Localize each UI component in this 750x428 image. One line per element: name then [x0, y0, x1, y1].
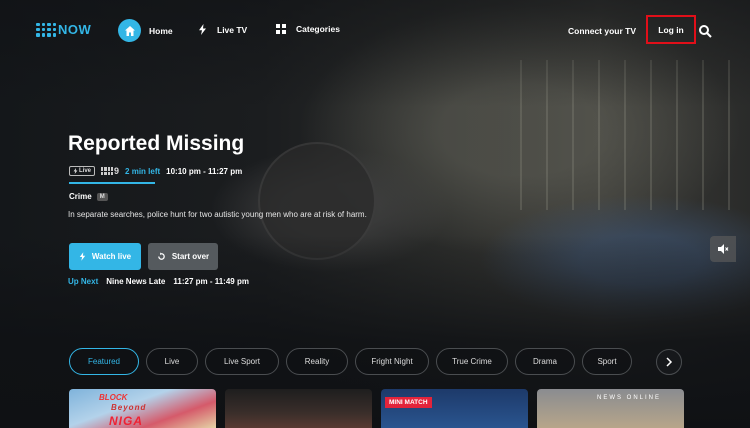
content-card[interactable] [225, 389, 372, 428]
login-label: Log in [658, 24, 684, 35]
show-title: Reported Missing [68, 132, 245, 155]
channel-logo: 9 [101, 166, 119, 176]
time-range: 10:10 pm - 11:27 pm [166, 166, 243, 176]
card-text: BLOCK [99, 393, 128, 402]
category-chips: Featured Live Live Sport Reality Fright … [69, 348, 632, 375]
channel-dots-icon [101, 167, 114, 175]
chip-sport[interactable]: Sport [582, 348, 632, 375]
live-badge: Live [69, 166, 96, 176]
bolt-icon [73, 168, 78, 174]
show-description: In separate searches, police hunt for tw… [68, 210, 367, 219]
search-icon[interactable] [698, 24, 712, 38]
nav-home[interactable]: Home [118, 19, 173, 42]
chip-featured[interactable]: Featured [69, 348, 139, 375]
top-nav: NOW Home Live TV Categories Connect your… [0, 0, 750, 62]
grid-icon [276, 24, 286, 34]
up-next-time: 11:27 pm - 11:49 pm [173, 277, 249, 286]
logo[interactable]: NOW [36, 22, 91, 37]
card-text: NIGA [109, 414, 143, 428]
login-button[interactable]: Log in [646, 15, 696, 44]
watch-live-label: Watch live [91, 252, 132, 261]
volume-icon [718, 244, 729, 254]
nav-categories[interactable]: Categories [276, 24, 340, 34]
chip-reality[interactable]: Reality [286, 348, 348, 375]
progress-bar [69, 182, 155, 184]
genre-row: Crime M [69, 192, 108, 201]
channel-number: 9 [114, 166, 120, 176]
content-card[interactable]: BLOCK Beyond NIGA [69, 389, 216, 428]
content-card[interactable]: NEWS ONLINE [537, 389, 684, 428]
logo-text: NOW [58, 22, 92, 37]
chip-true-crime[interactable]: True Crime [436, 348, 508, 375]
up-next-title: Nine News Late [106, 277, 166, 286]
nav-home-label: Home [149, 25, 173, 36]
bolt-icon [199, 24, 206, 35]
chevron-right-icon [666, 357, 673, 367]
up-next: Up Next Nine News Late 11:27 pm - 11:49 … [68, 277, 249, 286]
card-tag: MINI MATCH [385, 397, 432, 408]
genre-label: Crime [69, 192, 92, 201]
card-text: Beyond [111, 403, 147, 412]
logo-dots-icon [36, 22, 56, 37]
chip-live-sport[interactable]: Live Sport [205, 348, 279, 375]
chip-live[interactable]: Live [146, 348, 198, 375]
up-next-label: Up Next [68, 277, 99, 286]
connect-tv-link[interactable]: Connect your TV [568, 26, 636, 36]
chip-fright-night[interactable]: Fright Night [355, 348, 429, 375]
chip-drama[interactable]: Drama [515, 348, 575, 375]
bolt-icon [79, 252, 86, 261]
start-over-button[interactable]: Start over [148, 243, 218, 270]
chips-next-button[interactable] [656, 349, 682, 375]
nav-live-tv-label: Live TV [217, 24, 248, 35]
volume-button[interactable] [710, 236, 736, 262]
home-icon [118, 19, 141, 42]
card-text: NEWS ONLINE [597, 395, 662, 401]
time-left: 2 min left [125, 166, 161, 176]
nav-live-tv[interactable]: Live TV [198, 24, 247, 35]
live-badge-label: Live [79, 168, 92, 174]
restart-icon [157, 252, 165, 260]
watch-live-button[interactable]: Watch live [69, 243, 141, 270]
content-card[interactable]: MINI MATCH [381, 389, 528, 428]
rating-badge: M [96, 192, 108, 201]
show-meta: Live 9 2 min left 10:10 pm - 11:27 pm [69, 166, 242, 176]
nav-categories-label: Categories [296, 24, 340, 34]
start-over-label: Start over [171, 252, 210, 261]
